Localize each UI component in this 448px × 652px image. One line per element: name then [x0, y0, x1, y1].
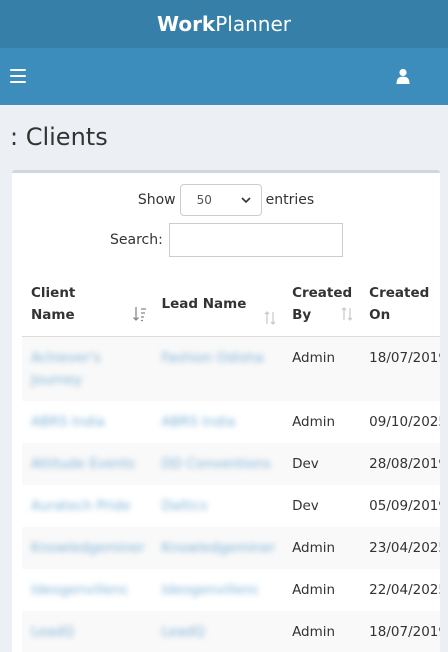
table-row: Ideogenvillenc Ideogenvillenc Admin 22/0…	[22, 569, 440, 611]
created-on-cell: 23/04/2025	[369, 540, 440, 556]
hamburger-menu-icon[interactable]	[10, 68, 26, 84]
table-row: LeadQ LeadQ Admin 18/07/2019	[22, 611, 440, 652]
lead-name-link[interactable]: LeadQ	[153, 611, 284, 652]
entries-select[interactable]: 50	[179, 184, 262, 216]
created-by-cell: Admin	[292, 540, 336, 556]
top-navbar	[0, 48, 448, 105]
created-by-cell: Admin	[292, 350, 336, 366]
column-header-created-on[interactable]: Created On	[360, 276, 440, 337]
created-by-cell: Dev	[292, 456, 319, 472]
client-name-link[interactable]: ABRS India	[22, 401, 153, 443]
lead-name-link[interactable]: Knowledgeminer	[153, 527, 284, 569]
client-name-link[interactable]: Attitude Events	[22, 443, 153, 485]
column-header-created-by[interactable]: Created By	[283, 276, 361, 337]
created-on-cell: 22/04/2025	[369, 582, 440, 598]
client-name-link[interactable]: Achiever's Journey	[22, 337, 153, 402]
table-row: ABRS India ABRS India Admin 09/10/2025	[22, 401, 440, 443]
header-line: Lead Name	[161, 296, 247, 312]
created-on-cell: 09/10/2025	[369, 414, 440, 430]
column-header-client-name[interactable]: Client Name	[22, 276, 153, 337]
user-icon[interactable]	[396, 68, 410, 84]
created-by-cell: Admin	[292, 624, 336, 640]
lead-name-link[interactable]: Ideogenvillenc	[153, 569, 284, 611]
lead-name-link[interactable]: Fashion Odisha	[153, 337, 284, 402]
entries-label: entries	[265, 192, 315, 208]
table-row: Attitude Events DD Conventions Dev 28/08…	[22, 443, 440, 485]
search-input[interactable]	[168, 223, 343, 257]
created-on-cell: 18/07/2019	[369, 624, 440, 640]
clients-table: Client Name Lead Name Created By Created…	[22, 276, 440, 652]
page-title: : Clients	[10, 123, 108, 151]
created-on-cell: 18/07/2019	[369, 350, 440, 366]
brand-light: Planner	[215, 12, 292, 36]
lead-name-link[interactable]: DD Conventions	[153, 443, 284, 485]
sort-both-icon	[264, 311, 276, 325]
entries-length-control: Show 50 entries	[12, 184, 440, 216]
column-header-lead-name[interactable]: Lead Name	[152, 276, 284, 337]
header-line: Client	[31, 285, 76, 301]
entries-select-value: 50	[196, 193, 212, 207]
client-name-link[interactable]: Knowledgeminer	[22, 527, 153, 569]
brand-bold: Work	[156, 12, 216, 36]
table-row: Knowledgeminer Knowledgeminer Admin 23/0…	[22, 527, 440, 569]
table-row: Achiever's Journey Fashion Odisha Admin …	[22, 336, 440, 402]
created-by-cell: Admin	[292, 414, 336, 430]
app-brand-bar: Work Planner	[0, 0, 448, 48]
lead-name-link[interactable]: Daltics	[153, 485, 284, 527]
clients-table-box: Show 50 entries Search: Client Name Lead…	[12, 170, 440, 652]
sort-ascending-icon	[132, 307, 146, 322]
header-line: On	[369, 307, 391, 323]
header-line: Created	[369, 285, 430, 301]
header-line: Created	[292, 285, 353, 301]
sort-both-icon	[341, 307, 353, 321]
created-by-cell: Admin	[292, 582, 336, 598]
chevron-down-icon	[241, 197, 251, 204]
search-control: Search:	[110, 223, 343, 257]
client-name-link[interactable]: Ideogenvillenc	[22, 569, 153, 611]
table-row: Auratech Pride Daltics Dev 05/09/2019	[22, 485, 440, 527]
show-label: Show	[137, 192, 176, 208]
created-on-cell: 28/08/2019	[369, 456, 440, 472]
search-label: Search:	[110, 232, 163, 248]
client-name-link[interactable]: Auratech Pride	[22, 485, 153, 527]
created-by-cell: Dev	[292, 498, 319, 514]
header-line: Name	[31, 307, 75, 323]
client-name-link[interactable]: LeadQ	[22, 611, 153, 652]
lead-name-link[interactable]: ABRS India	[153, 401, 284, 443]
created-on-cell: 05/09/2019	[369, 498, 440, 514]
